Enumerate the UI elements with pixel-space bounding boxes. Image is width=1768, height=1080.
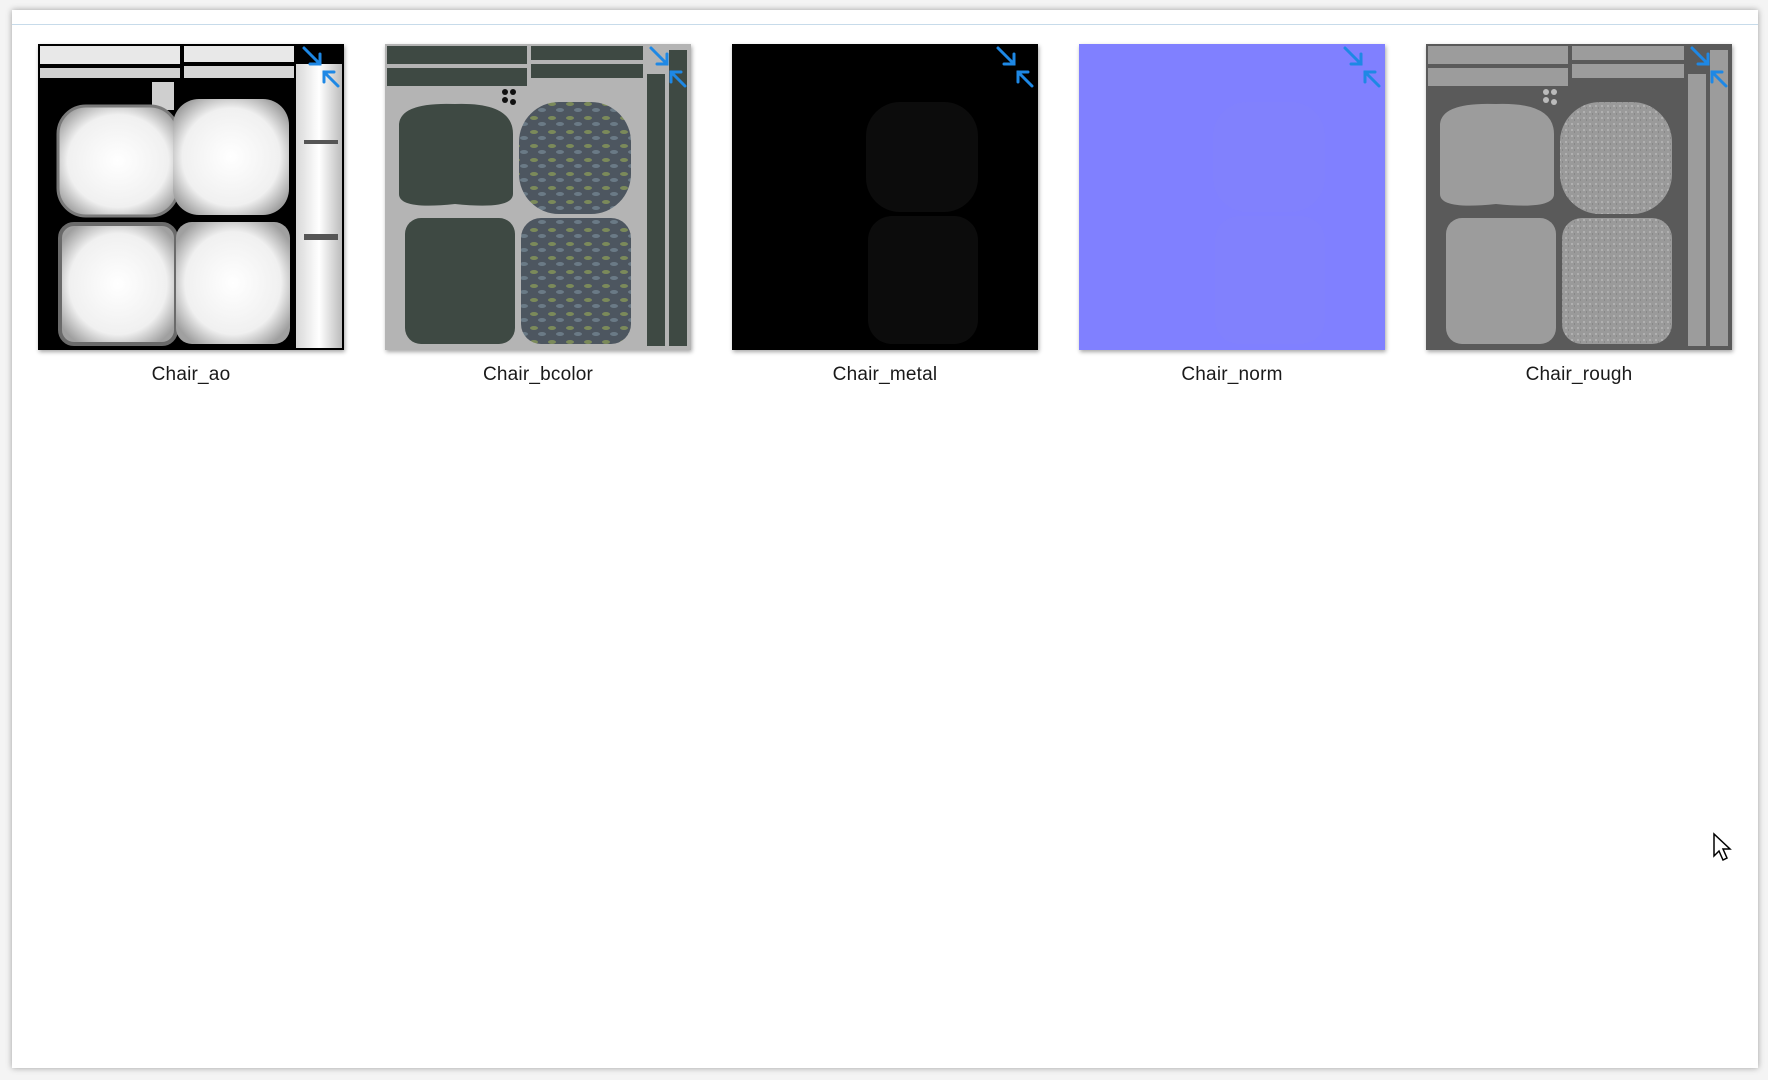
compressed-arrows-icon <box>302 46 340 88</box>
thumbnail[interactable] <box>38 44 344 350</box>
file-tile-chair-norm[interactable]: Chair_norm <box>1079 44 1385 386</box>
mouse-cursor-icon <box>1713 832 1732 862</box>
file-explorer-window: Chair_ao Chair_bcolor Chair_metal Chair_… <box>12 10 1758 1068</box>
thumbnail[interactable] <box>732 44 1038 350</box>
thumbnail[interactable] <box>1426 44 1732 350</box>
thumbnail[interactable] <box>1079 44 1385 350</box>
compressed-arrows-icon <box>649 46 687 88</box>
file-name[interactable]: Chair_metal <box>732 364 1038 386</box>
file-name[interactable]: Chair_norm <box>1079 364 1385 386</box>
header-divider <box>12 24 1758 25</box>
compressed-arrows-icon <box>1690 46 1728 88</box>
file-tile-chair-ao[interactable]: Chair_ao <box>38 44 344 386</box>
thumbnail[interactable] <box>385 44 691 350</box>
file-name[interactable]: Chair_ao <box>38 364 344 386</box>
file-name[interactable]: Chair_bcolor <box>385 364 691 386</box>
file-tile-chair-rough[interactable]: Chair_rough <box>1426 44 1732 386</box>
file-tile-chair-metal[interactable]: Chair_metal <box>732 44 1038 386</box>
compressed-arrows-icon <box>996 46 1034 88</box>
file-name[interactable]: Chair_rough <box>1426 364 1732 386</box>
compressed-arrows-icon <box>1343 46 1381 88</box>
file-tile-chair-bcolor[interactable]: Chair_bcolor <box>385 44 691 386</box>
